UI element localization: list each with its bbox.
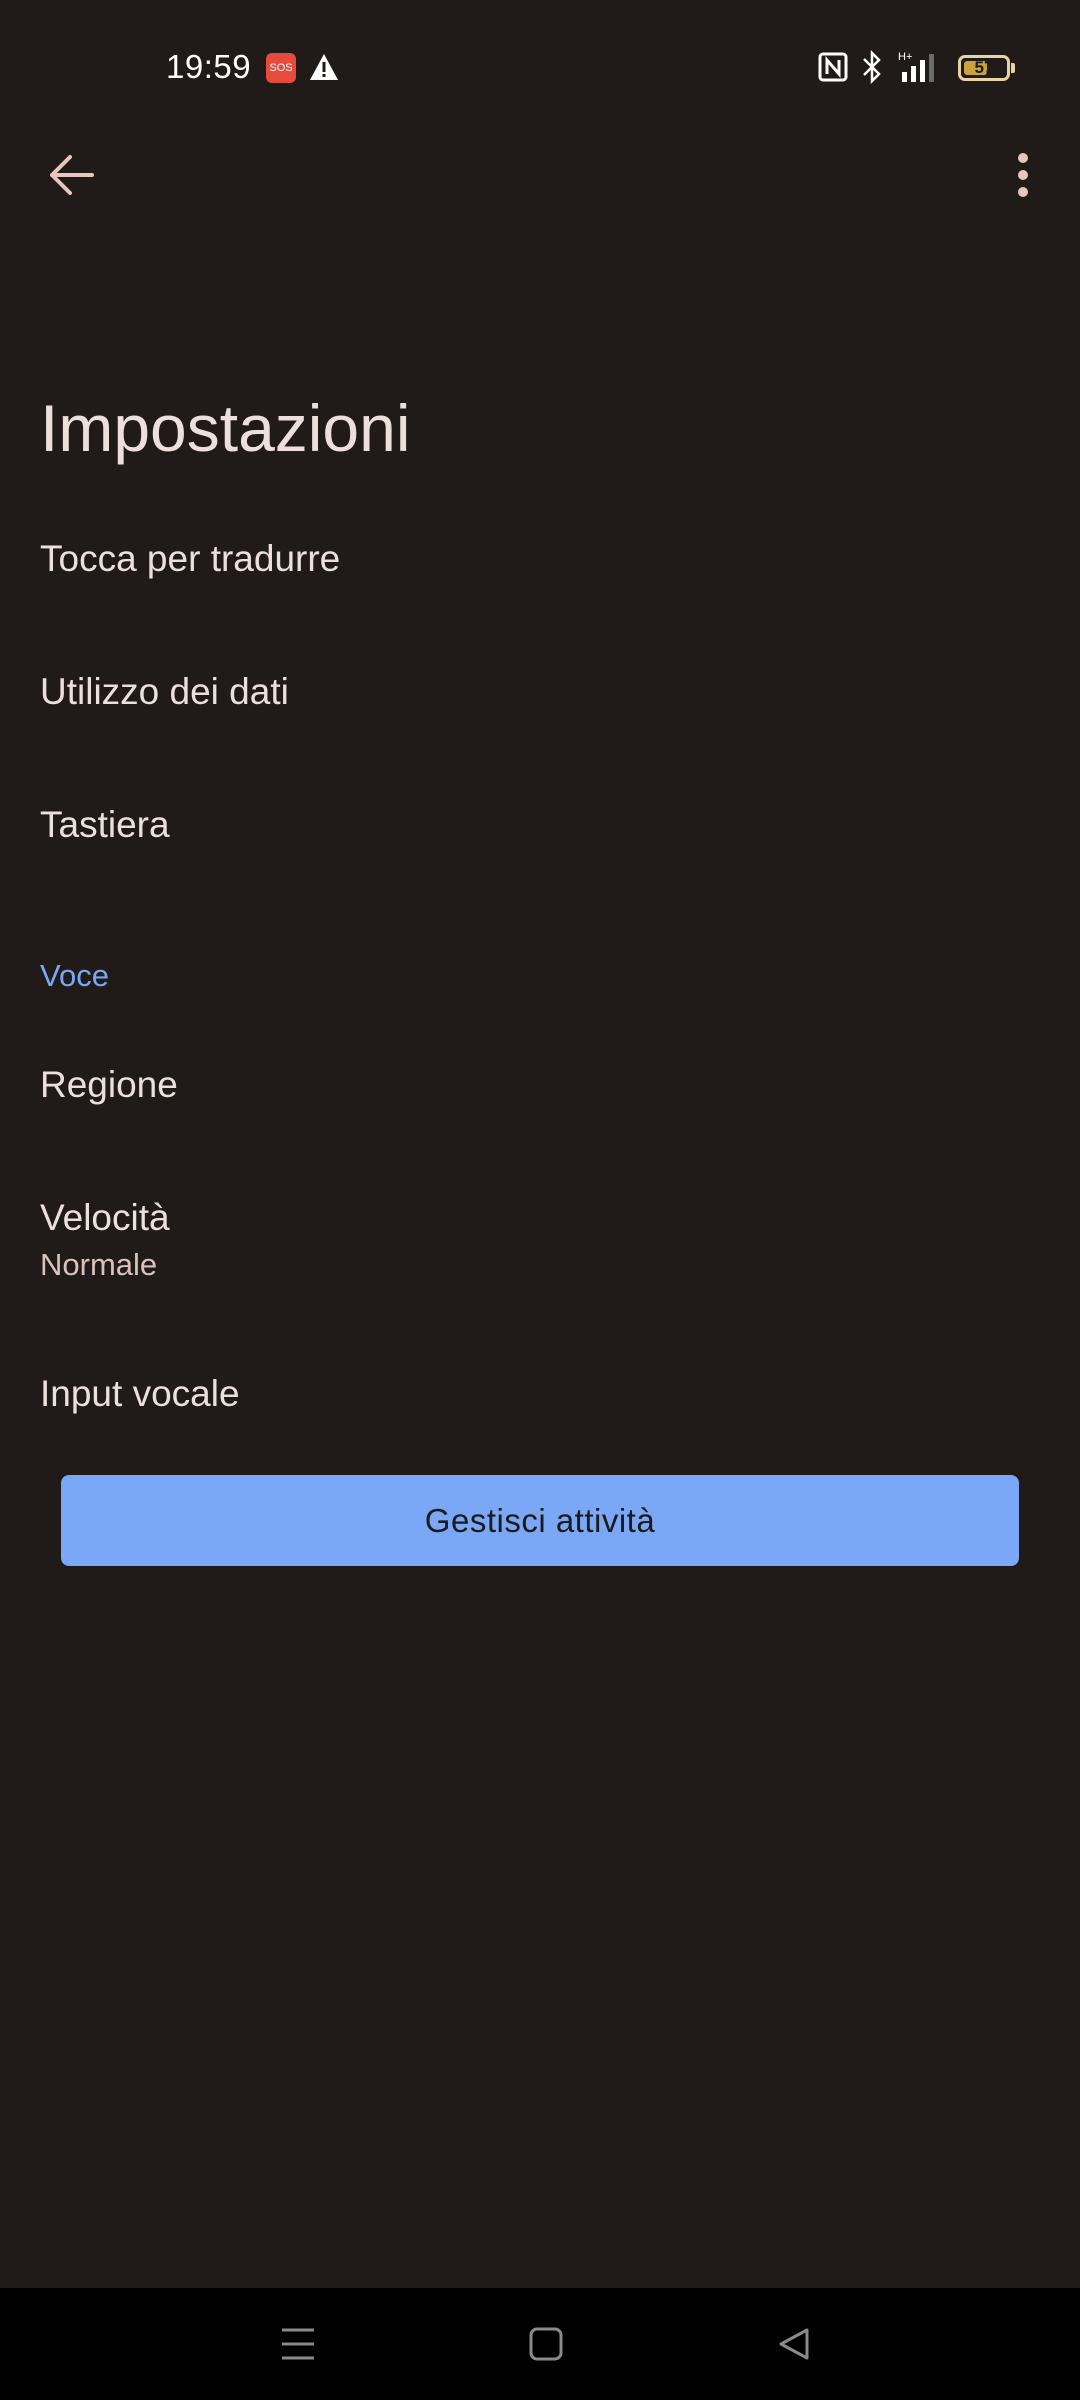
setting-title: Utilizzo dei dati — [40, 671, 289, 712]
page-title: Impostazioni — [40, 391, 411, 465]
setting-tap-to-translate[interactable]: Tocca per tradurre — [0, 538, 1080, 580]
svg-text:H+: H+ — [898, 51, 912, 63]
recents-button[interactable] — [272, 2318, 324, 2370]
setting-title: Tocca per tradurre — [40, 538, 341, 579]
setting-title: Regione — [40, 1064, 178, 1105]
signal-strength-icon: H+ — [898, 50, 946, 89]
setting-title: Input vocale — [40, 1373, 240, 1414]
setting-title: Velocità — [40, 1197, 170, 1238]
navigation-bar — [0, 2288, 1080, 2400]
battery-icon: 57 — [958, 55, 1010, 81]
arrow-left-icon — [50, 155, 94, 195]
more-vert-icon — [1018, 153, 1028, 197]
more-options-button[interactable] — [988, 140, 1058, 210]
section-header-voice: Voce — [40, 958, 109, 993]
bluetooth-icon — [860, 49, 884, 89]
setting-title: Tastiera — [40, 804, 170, 845]
home-square-icon — [529, 2327, 563, 2361]
setting-summary: Normale — [40, 1247, 158, 1282]
battery-cap — [1011, 63, 1015, 73]
setting-speed[interactable]: Velocità Normale — [0, 1197, 1080, 1283]
back-button[interactable] — [36, 140, 106, 210]
setting-keyboard[interactable]: Tastiera — [0, 804, 1080, 846]
system-back-button[interactable] — [768, 2318, 820, 2370]
home-button[interactable] — [520, 2318, 572, 2370]
battery-level: 57 — [974, 58, 994, 77]
sos-badge-icon: SOS — [266, 53, 296, 83]
triangle-back-icon — [779, 2328, 809, 2360]
status-time: 19:59 — [166, 48, 252, 85]
setting-region[interactable]: Regione — [0, 1064, 1080, 1106]
status-bar: 19:59 SOS H+ 57 — [0, 0, 1080, 136]
setting-voice-input[interactable]: Input vocale — [0, 1373, 1080, 1415]
warning-icon — [309, 53, 339, 86]
setting-data-usage[interactable]: Utilizzo dei dati — [0, 671, 1080, 713]
manage-activity-button[interactable]: Gestisci attività — [61, 1475, 1019, 1566]
menu-icon — [282, 2328, 314, 2360]
nfc-icon — [818, 52, 848, 87]
